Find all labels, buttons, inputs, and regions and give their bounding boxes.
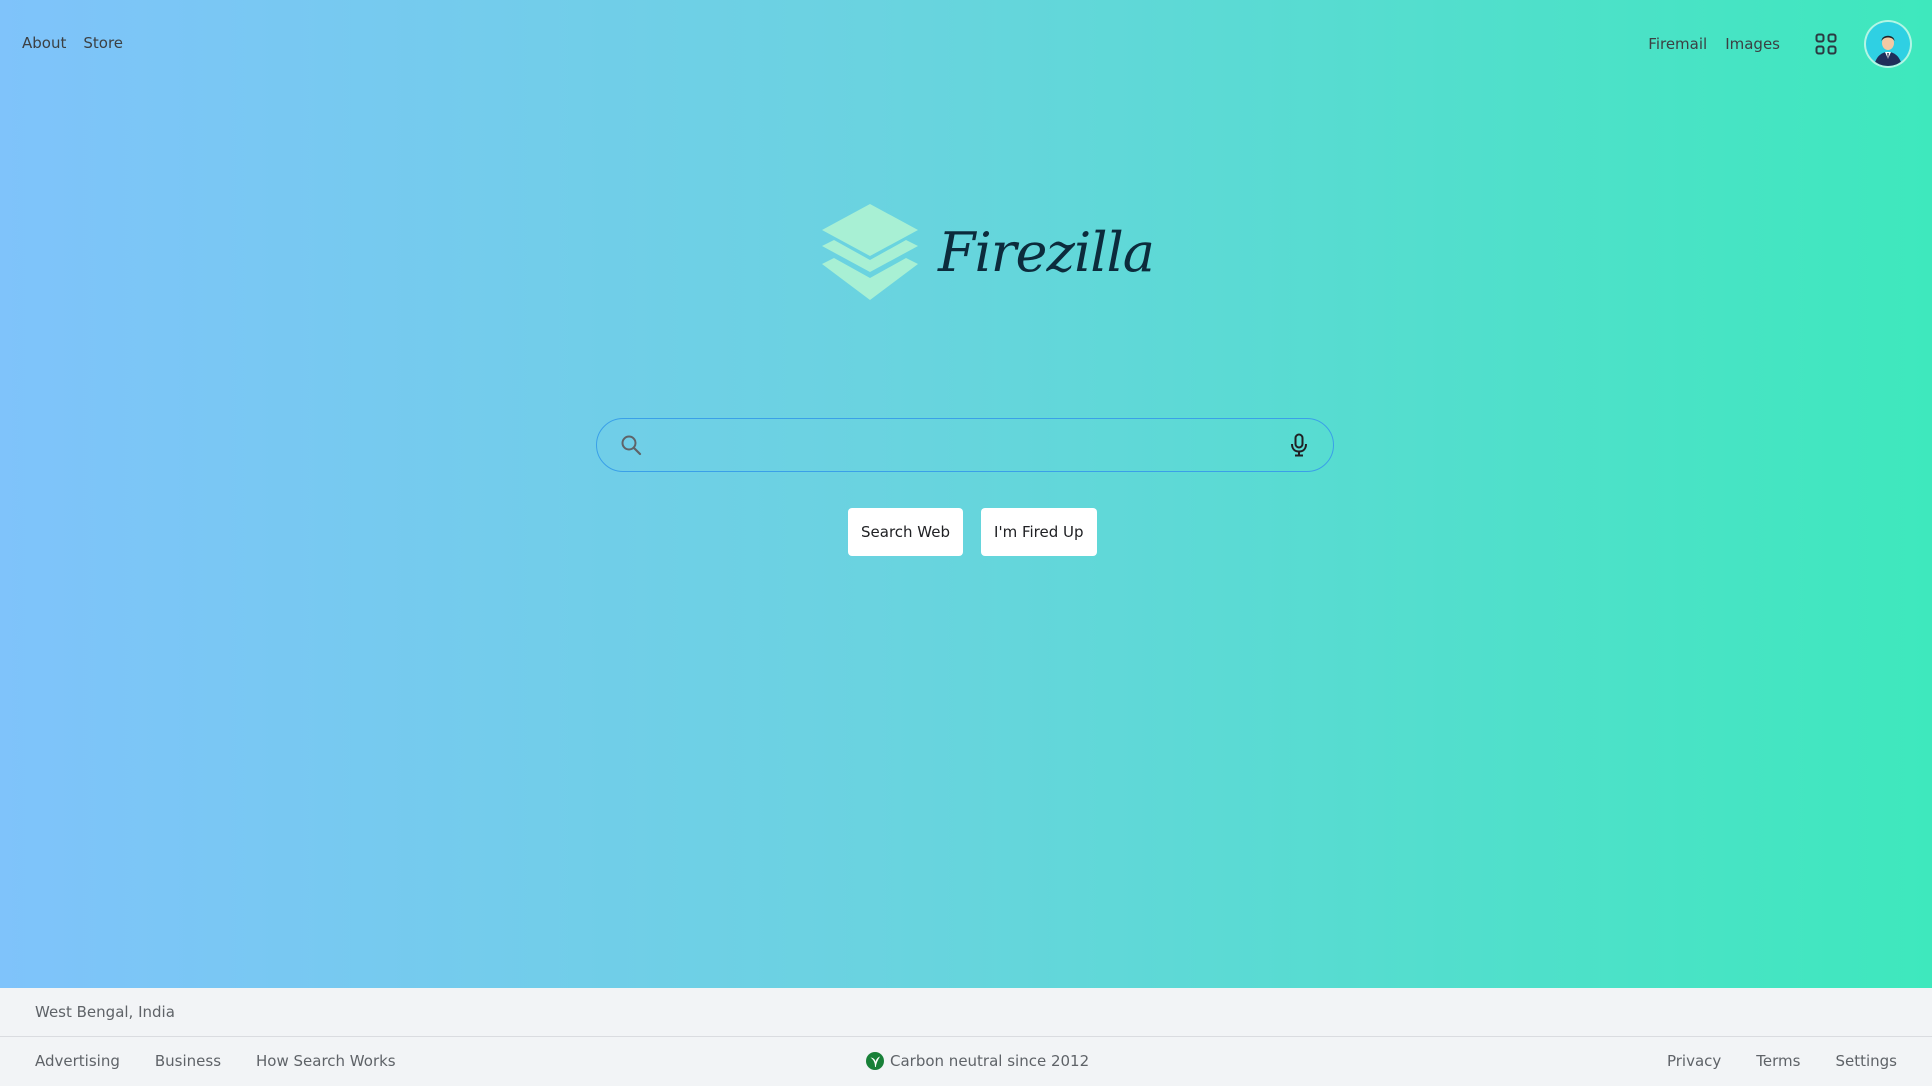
search-icon	[619, 433, 643, 457]
images-link[interactable]: Images	[1725, 35, 1780, 53]
privacy-link[interactable]: Privacy	[1667, 1052, 1721, 1070]
hero-background: About Store Firemail Images Firezilla Se…	[0, 0, 1932, 988]
footer-right-links: Privacy Terms Settings	[1667, 1052, 1897, 1070]
apps-grid-icon[interactable]	[1806, 24, 1846, 64]
terms-link[interactable]: Terms	[1756, 1052, 1800, 1070]
how-search-works-link[interactable]: How Search Works	[256, 1052, 396, 1070]
footer-left-links: Advertising Business How Search Works	[35, 1052, 396, 1070]
carbon-neutral-badge[interactable]: Carbon neutral since 2012	[866, 1052, 1089, 1070]
footer: West Bengal, India Advertising Business …	[0, 988, 1932, 1086]
top-right-nav: Firemail Images	[1648, 22, 1910, 66]
fired-up-button[interactable]: I'm Fired Up	[981, 508, 1097, 556]
footer-links-bar: Advertising Business How Search Works Ca…	[0, 1037, 1932, 1085]
logo-text: Firezilla	[938, 220, 1155, 284]
search-web-button[interactable]: Search Web	[848, 508, 964, 556]
user-avatar[interactable]	[1866, 22, 1910, 66]
logo: Firezilla	[818, 200, 1155, 304]
advertising-link[interactable]: Advertising	[35, 1052, 120, 1070]
carbon-text: Carbon neutral since 2012	[890, 1052, 1090, 1070]
footer-location-bar: West Bengal, India	[0, 988, 1932, 1037]
store-link[interactable]: Store	[83, 34, 123, 52]
settings-link[interactable]: Settings	[1835, 1052, 1897, 1070]
microphone-icon[interactable]	[1287, 433, 1311, 457]
business-link[interactable]: Business	[155, 1052, 221, 1070]
search-buttons: Search Web I'm Fired Up	[848, 508, 1097, 556]
location-text: West Bengal, India	[35, 1003, 175, 1021]
about-link[interactable]: About	[22, 34, 66, 52]
firemail-link[interactable]: Firemail	[1648, 35, 1707, 53]
layers-icon	[822, 204, 918, 300]
top-left-nav: About Store	[22, 34, 123, 52]
search-input[interactable]	[653, 418, 1287, 472]
search-box[interactable]	[596, 418, 1334, 472]
leaf-icon	[866, 1052, 884, 1070]
